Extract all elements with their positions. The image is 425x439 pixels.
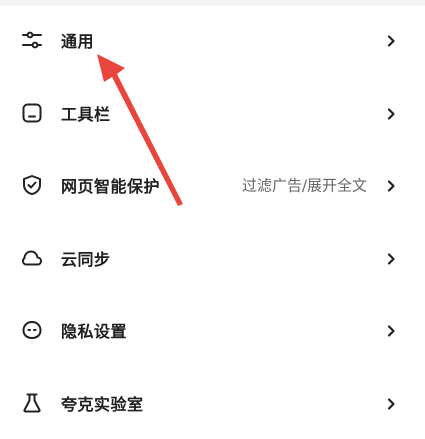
menu-item-label: 隐私设置 [61, 318, 127, 342]
chevron-right-icon [385, 396, 397, 410]
menu-item-privacy[interactable]: 隐私设置 [0, 294, 425, 367]
chevron-right-icon [385, 251, 397, 265]
privacy-face-icon [19, 317, 45, 343]
chevron-right-icon [385, 106, 397, 120]
chevron-right-icon [385, 323, 397, 337]
menu-item-label: 网页智能保护 [61, 173, 160, 197]
menu-item-label: 云同步 [61, 246, 111, 270]
menu-item-smart-protection[interactable]: 网页智能保护 过滤广告/展开全文 [0, 149, 425, 222]
menu-item-label: 通用 [61, 28, 94, 52]
menu-item-toolbar[interactable]: 工具栏 [0, 77, 425, 150]
sliders-icon [19, 27, 45, 53]
menu-item-label: 工具栏 [61, 101, 111, 125]
settings-menu-list: 通用 工具栏 网页智能保 [0, 4, 425, 439]
shield-check-icon [19, 172, 45, 198]
menu-item-label: 夸克实验室 [61, 391, 144, 415]
menu-item-general[interactable]: 通用 [0, 4, 425, 77]
menu-item-desc: 过滤广告/展开全文 [242, 175, 367, 196]
chevron-right-icon [385, 33, 397, 47]
flask-icon [19, 390, 45, 416]
menu-item-quark-lab[interactable]: 夸克实验室 [0, 367, 425, 439]
toolbar-icon [19, 100, 45, 126]
menu-item-cloud-sync[interactable]: 云同步 [0, 222, 425, 295]
chevron-right-icon [385, 178, 397, 192]
cloud-icon [19, 245, 45, 271]
